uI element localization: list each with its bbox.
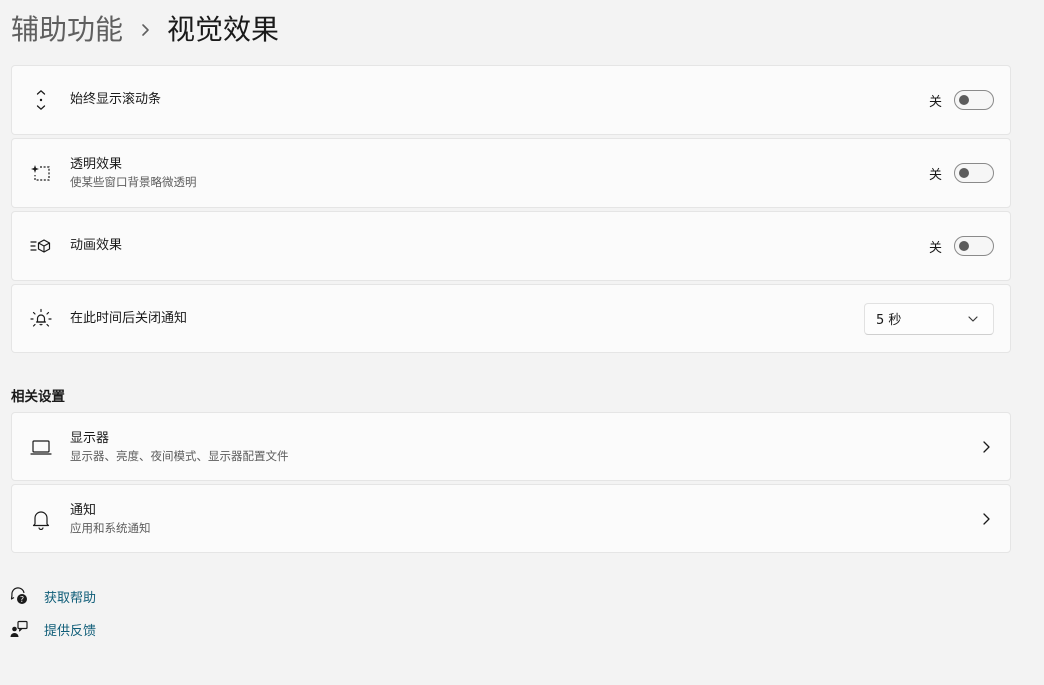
dropdown-selected-value: 5 秒	[876, 313, 902, 328]
settings-page: 辅助功能 视觉效果 始终显示滚动条 关 透明效果 使某些窗口背景略微透明 关 动…	[0, 0, 1044, 685]
bell-icon	[30, 508, 52, 530]
breadcrumb-parent[interactable]: 辅助功能	[11, 10, 123, 50]
setting-animation-effects: 动画效果 关	[11, 211, 1011, 281]
toggle-knob	[959, 168, 969, 178]
animation-toggle[interactable]	[954, 236, 994, 256]
transparency-sparkle-icon	[30, 162, 52, 184]
svg-text:?: ?	[20, 595, 24, 604]
scrollbars-toggle[interactable]	[954, 90, 994, 110]
notification-timeout-dropdown[interactable]: 5 秒	[864, 302, 994, 335]
setting-dismiss-notifications-after: 在此时间后关闭通知 5 秒	[11, 284, 1011, 353]
get-help-link[interactable]: 获取帮助	[44, 587, 96, 606]
related-item-title: 通知	[70, 502, 97, 518]
laptop-display-icon	[30, 436, 52, 458]
transparency-toggle[interactable]	[954, 163, 994, 183]
chevron-right-icon	[983, 440, 990, 453]
setting-title: 动画效果	[70, 238, 123, 253]
scrollbar-arrows-icon	[30, 89, 52, 111]
give-feedback-row: 提供反馈	[10, 619, 96, 639]
toggle-state-label: 关	[928, 240, 942, 256]
setting-title: 始终显示滚动条	[70, 92, 162, 107]
notification-timer-icon	[30, 308, 52, 330]
setting-transparency-effects: 透明效果 使某些窗口背景略微透明 关	[11, 138, 1011, 208]
toggle-knob	[959, 95, 969, 105]
setting-title: 透明效果	[70, 157, 123, 172]
related-display-link[interactable]: 显示器 显示器、亮度、夜间模式、显示器配置文件	[11, 412, 1011, 481]
breadcrumb-chevron-icon	[123, 23, 167, 37]
get-help-row: ? 获取帮助	[10, 586, 96, 606]
toggle-state-label: 关	[928, 167, 942, 183]
related-item-description: 显示器、亮度、夜间模式、显示器配置文件	[70, 448, 289, 463]
page-title: 视觉效果	[167, 13, 280, 46]
toggle-state-label: 关	[928, 94, 942, 110]
breadcrumb: 辅助功能 视觉效果	[11, 10, 279, 50]
setting-description: 使某些窗口背景略微透明	[70, 175, 197, 189]
toggle-knob	[959, 241, 969, 251]
setting-title: 在此时间后关闭通知	[70, 310, 188, 326]
chevron-down-icon	[968, 315, 978, 322]
related-item-description: 应用和系统通知	[70, 520, 151, 535]
related-notifications-link[interactable]: 通知 应用和系统通知	[11, 484, 1011, 553]
feedback-person-icon	[10, 620, 28, 637]
animation-cube-icon	[30, 235, 52, 257]
help-chat-icon: ?	[10, 587, 27, 604]
related-item-title: 显示器	[70, 430, 110, 446]
chevron-right-icon	[983, 512, 990, 525]
setting-always-show-scrollbars: 始终显示滚动条 关	[11, 65, 1011, 135]
give-feedback-link[interactable]: 提供反馈	[44, 620, 96, 639]
related-settings-heading: 相关设置	[11, 389, 65, 405]
